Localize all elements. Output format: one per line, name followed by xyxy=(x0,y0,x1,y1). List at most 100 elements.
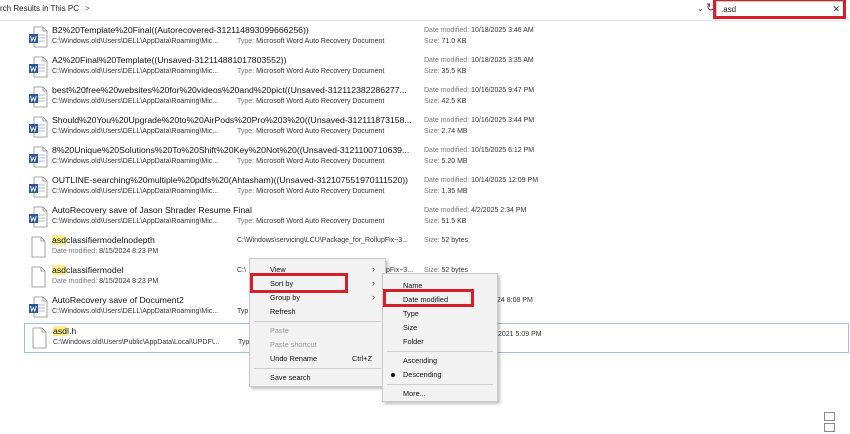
menu-item-paste[interactable]: Paste xyxy=(250,324,385,337)
search-highlight-box xyxy=(713,0,846,19)
file-name: AutoRecovery save of Document2 xyxy=(52,295,184,305)
list-item[interactable]: 8%20Unique%20Solutions%20To%20Shift%20Ke… xyxy=(24,143,849,173)
file-path: C:\Windows.old\Users\DELL\AppData\Roamin… xyxy=(52,308,219,315)
file-size: Size: 71.0 KB xyxy=(424,38,467,45)
sort-option-more[interactable]: More... xyxy=(383,387,497,400)
file-path: C:\Windows.old\Users\DELL\AppData\Roamin… xyxy=(52,218,219,225)
file-type: Typ xyxy=(237,308,249,315)
file-date: 24 8:08 PM xyxy=(497,297,533,304)
file-path: C:\Windows.old\Users\DELL\AppData\Roamin… xyxy=(52,188,219,195)
breadcrumb-label[interactable]: rch Results in This PC xyxy=(0,4,79,13)
file-type: Type: Microsoft Word Auto Recovery Docum… xyxy=(237,128,385,135)
file-date: Date modified: 10/18/2025 3:35 AM xyxy=(424,57,534,64)
file-size: Size: 2.74 MB xyxy=(424,128,468,135)
chevron-right-icon: › xyxy=(372,264,375,274)
sort-order-descending[interactable]: Descending xyxy=(383,368,497,381)
file-name: 8%20Unique%20Solutions%20To%20Shift%20Ke… xyxy=(52,145,410,155)
file-type: Type: Microsoft Word Auto Recovery Docum… xyxy=(237,38,385,45)
sort-option-folder[interactable]: Folder xyxy=(383,335,497,348)
sort-option-size[interactable]: Size xyxy=(383,321,497,334)
list-item[interactable]: best%20free%20websites%20for%20videos%20… xyxy=(24,83,849,113)
details-view-icon[interactable] xyxy=(824,412,835,421)
word-document-icon xyxy=(29,86,48,108)
word-document-icon xyxy=(29,146,48,168)
file-icon xyxy=(32,327,47,349)
word-document-icon xyxy=(29,206,48,228)
address-bar: rch Results in This PC > ⌄ ↻ .asd ✕ xyxy=(0,0,850,21)
file-path: C:\ xyxy=(237,267,246,274)
file-date: Date modified: 10/16/2025 9:47 PM xyxy=(424,87,535,94)
date-modified-highlight-box xyxy=(383,289,474,307)
list-item[interactable]: asdclassifiermodelnodepth Date modified:… xyxy=(24,233,849,263)
large-icons-view-icon[interactable] xyxy=(824,423,835,432)
menu-item-paste-shortcut[interactable]: Paste shortcut xyxy=(250,338,385,351)
file-name: OUTLINE-searching%20multiple%20pdfs%20(A… xyxy=(52,175,409,185)
file-name: AutoRecovery save of Jason Shrader Resum… xyxy=(52,205,252,215)
file-size: Size: 52 bytes xyxy=(424,237,468,244)
menu-separator xyxy=(387,384,493,385)
list-item[interactable]: B2%20Template%20Final((Autorecovered-312… xyxy=(24,23,849,53)
menu-separator xyxy=(387,351,493,352)
file-type: Type: Microsoft Word Auto Recovery Docum… xyxy=(237,218,385,225)
menu-item-refresh[interactable]: Refresh xyxy=(250,305,385,318)
file-path: C:\Windows.old\Users\DELL\AppData\Roamin… xyxy=(52,98,219,105)
file-type: Type: Microsoft Word Auto Recovery Docum… xyxy=(237,98,385,105)
shortcut-label: Ctrl+Z xyxy=(352,354,373,363)
menu-item-undo-rename[interactable]: Undo Rename Ctrl+Z xyxy=(250,352,385,365)
file-type: Typ xyxy=(238,339,250,346)
file-size: Size: 51.5 KB xyxy=(424,218,467,225)
file-path: C:\Windows.old\Users\DELL\AppData\Roamin… xyxy=(52,68,219,75)
menu-separator xyxy=(254,321,381,322)
chevron-down-icon[interactable]: ⌄ xyxy=(697,4,704,13)
file-path: C:\Windows\servicing\LCU\Package_for_Rol… xyxy=(237,237,408,244)
file-size: Size: 42.5 KB xyxy=(424,98,467,105)
menu-separator xyxy=(254,368,381,369)
file-type: Type: Microsoft Word Auto Recovery Docum… xyxy=(237,158,385,165)
breadcrumb[interactable]: rch Results in This PC > xyxy=(0,4,90,13)
view-mode-switcher xyxy=(824,412,850,434)
file-icon xyxy=(31,236,46,258)
file-name: Should%20You%20Upgrade%20to%20AirPods%20… xyxy=(52,115,412,125)
word-document-icon xyxy=(29,176,48,198)
file-date: Date modified: 10/18/2025 3:46 AM xyxy=(424,27,534,34)
file-date: Date modified: 8/15/2024 8:23 PM xyxy=(52,248,159,255)
file-size: Size: 35.5 KB xyxy=(424,68,467,75)
chevron-right-icon: › xyxy=(372,278,375,288)
file-date: Date modified: 10/15/2025 6:12 PM xyxy=(424,147,535,154)
chevron-right-icon: › xyxy=(372,292,375,302)
file-date: Date modified: 10/14/2025 12:09 PM xyxy=(424,177,539,184)
file-name: best%20free%20websites%20for%20videos%20… xyxy=(52,85,407,95)
sort-order-ascending[interactable]: Ascending xyxy=(383,354,497,367)
word-document-icon xyxy=(29,56,48,78)
sort-option-type[interactable]: Type xyxy=(383,307,497,320)
word-document-icon xyxy=(29,26,48,48)
word-document-icon xyxy=(29,116,48,138)
file-name: B2%20Template%20Final((Autorecovered-312… xyxy=(52,25,309,35)
file-name: A2%20Final%20Template((Unsaved-312114881… xyxy=(52,55,287,65)
file-name: asdclassifiermodelnodepth xyxy=(52,235,155,245)
list-item[interactable]: A2%20Final%20Template((Unsaved-312114881… xyxy=(24,53,849,83)
file-date: 2021 5:09 PM xyxy=(498,331,542,338)
sort-by-highlight-box xyxy=(250,273,348,293)
file-icon xyxy=(31,266,46,288)
file-path: C:\Windows.old\Users\DELL\AppData\Roamin… xyxy=(52,158,219,165)
file-size: Size: 1.35 MB xyxy=(424,188,468,195)
file-path: C:\Windows.old\Users\DELL\AppData\Roamin… xyxy=(52,128,219,135)
file-date: Date modified: 10/16/2025 3:44 PM xyxy=(424,117,535,124)
file-date: Date modified: 4/2/2025 2:34 PM xyxy=(424,207,527,214)
file-type: Type: Microsoft Word Auto Recovery Docum… xyxy=(237,188,385,195)
file-type: Type: Microsoft Word Auto Recovery Docum… xyxy=(237,68,385,75)
menu-item-save-search[interactable]: Save search xyxy=(250,371,385,384)
file-name: asdl.h xyxy=(53,326,77,336)
file-path: C:\Windows.old\Users\Public\AppData\Loca… xyxy=(53,339,220,346)
file-name: asdclassifiermodel xyxy=(52,265,124,275)
list-item[interactable]: AutoRecovery save of Jason Shrader Resum… xyxy=(24,203,849,233)
file-size: Size: 5.20 MB xyxy=(424,158,468,165)
chevron-right-icon[interactable]: > xyxy=(85,4,90,13)
file-date: Date modified: 8/15/2024 8:23 PM xyxy=(52,278,159,285)
list-item[interactable]: Should%20You%20Upgrade%20to%20AirPods%20… xyxy=(24,113,849,143)
list-item[interactable]: OUTLINE-searching%20multiple%20pdfs%20(A… xyxy=(24,173,849,203)
selected-bullet-icon xyxy=(391,373,395,377)
word-document-icon xyxy=(29,296,48,318)
file-path: C:\Windows.old\Users\DELL\AppData\Roamin… xyxy=(52,38,219,45)
